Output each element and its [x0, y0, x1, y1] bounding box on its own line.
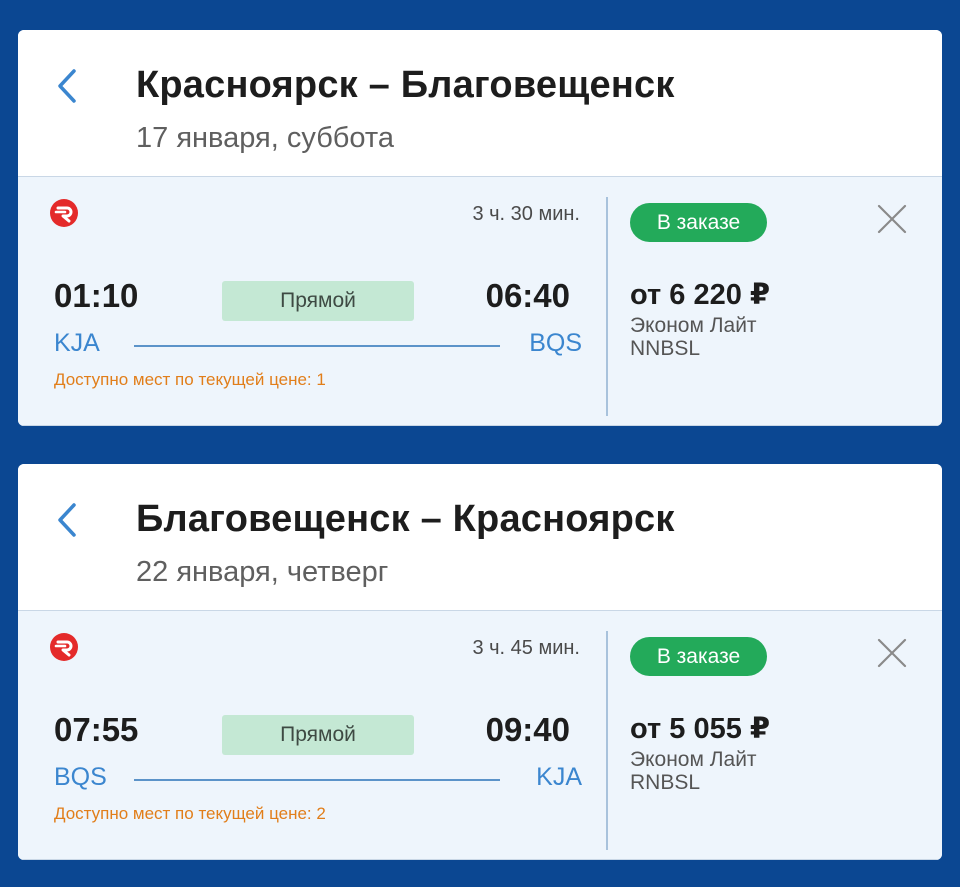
arrival-time: 06:40 — [485, 277, 570, 314]
arrival-airport-code: BQS — [529, 329, 582, 357]
route-line — [134, 779, 500, 781]
route-line — [134, 345, 500, 347]
departure-airport-code: BQS — [54, 763, 107, 791]
route-date: 22 января, четверг — [136, 556, 389, 588]
vertical-divider — [606, 631, 608, 850]
airline-logo-icon — [50, 199, 78, 227]
flight-duration: 3 ч. 30 мин. — [472, 203, 580, 225]
fare-name: Эконом Лайт — [630, 748, 757, 771]
arrival-time: 09:40 — [485, 711, 570, 748]
flight-card[interactable]: 3 ч. 30 мин. 01:10 Прямой 06:40 KJA BQS … — [18, 176, 942, 426]
back-button[interactable] — [48, 498, 92, 542]
trip-header: Благовещенск – Красноярск 22 января, чет… — [18, 464, 942, 610]
chevron-left-icon — [58, 69, 76, 103]
trip-card: Благовещенск – Красноярск 22 января, чет… — [18, 464, 942, 860]
trip-card: Красноярск – Благовещенск 17 января, суб… — [18, 30, 942, 426]
fare-code: NNBSL — [630, 337, 701, 360]
remove-flight-button[interactable] — [876, 203, 908, 235]
arrival-airport-code: KJA — [536, 763, 582, 791]
back-button[interactable] — [48, 64, 92, 108]
close-icon — [877, 638, 907, 668]
departure-airport-code: KJA — [54, 329, 100, 357]
direct-flight-badge: Прямой — [222, 715, 414, 755]
status-badge: В заказе — [630, 637, 767, 676]
flight-card[interactable]: 3 ч. 45 мин. 07:55 Прямой 09:40 BQS KJA … — [18, 610, 942, 860]
route-title: Красноярск – Благовещенск — [136, 64, 675, 106]
seats-available-note: Доступно мест по текущей цене: 1 — [54, 370, 326, 389]
remove-flight-button[interactable] — [876, 637, 908, 669]
route-date: 17 января, суббота — [136, 122, 394, 154]
fare-name: Эконом Лайт — [630, 314, 757, 337]
price: от 5 055 ₽ — [630, 713, 771, 745]
departure-time: 07:55 — [54, 711, 139, 748]
vertical-divider — [606, 197, 608, 416]
departure-time: 01:10 — [54, 277, 139, 314]
chevron-left-icon — [58, 503, 76, 537]
flight-duration: 3 ч. 45 мин. — [472, 637, 580, 659]
route-title: Благовещенск – Красноярск — [136, 498, 675, 540]
trip-header: Красноярск – Благовещенск 17 января, суб… — [18, 30, 942, 176]
direct-flight-badge: Прямой — [222, 281, 414, 321]
seats-available-note: Доступно мест по текущей цене: 2 — [54, 804, 326, 823]
close-icon — [877, 204, 907, 234]
fare-code: RNBSL — [630, 771, 701, 794]
airline-logo-icon — [50, 633, 78, 661]
status-badge: В заказе — [630, 203, 767, 242]
price: от 6 220 ₽ — [630, 279, 771, 311]
